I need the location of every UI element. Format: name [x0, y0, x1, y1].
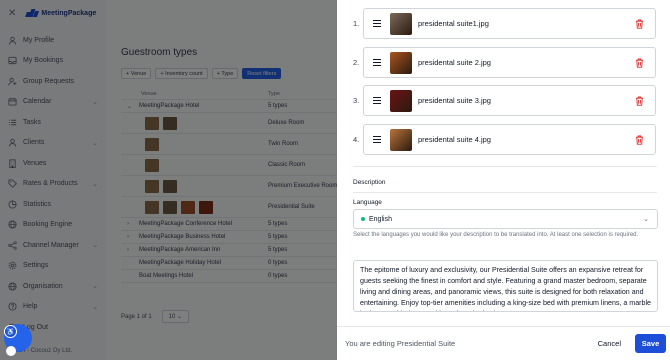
divider — [353, 192, 657, 193]
save-button[interactable]: Save — [635, 334, 666, 353]
image-thumbnail — [390, 12, 412, 35]
drag-handle-icon[interactable] — [373, 20, 381, 27]
chevron-down-icon: ⌄ — [643, 216, 649, 223]
divider — [353, 166, 657, 167]
image-card[interactable]: presidental suite1.jpg — [363, 8, 656, 39]
image-row: 4. presidental suite 4.jpg — [353, 124, 656, 155]
drawer-footer: You are editing Presidential Suite Cance… — [337, 326, 670, 360]
trash-icon[interactable] — [635, 135, 644, 145]
language-helper-text: Select the languages you would like your… — [353, 232, 639, 238]
image-thumbnail — [390, 89, 412, 112]
image-filename: presidental suite1.jpg — [418, 19, 489, 28]
editing-status: You are editing Presidential Suite — [345, 339, 456, 348]
toggle-indicator — [6, 346, 16, 356]
image-thumbnail — [390, 51, 412, 74]
drag-handle-icon[interactable] — [373, 136, 381, 143]
image-row: 1. presidental suite1.jpg — [353, 8, 656, 39]
image-card[interactable]: presidental suite 2.jpg — [363, 47, 656, 78]
trash-icon[interactable] — [635, 96, 644, 106]
image-card[interactable]: presidental suite 3.jpg — [363, 85, 656, 116]
language-label: Language — [353, 199, 382, 206]
edit-drawer: 1. presidental suite1.jpg 2. presidental su… — [337, 0, 670, 360]
language-value: English — [369, 215, 392, 223]
drag-handle-icon[interactable] — [373, 59, 381, 66]
accessibility-icon[interactable]: ♿ — [4, 325, 17, 338]
trash-icon[interactable] — [635, 19, 644, 29]
image-row: 3. presidental suite 3.jpg — [353, 85, 656, 116]
description-textarea[interactable]: The epitome of luxury and exclusivity, o… — [353, 260, 658, 312]
language-select[interactable]: English ⌄ — [353, 209, 658, 229]
image-thumbnail — [390, 128, 412, 151]
status-dot — [361, 217, 365, 221]
image-filename: presidental suite 3.jpg — [418, 96, 491, 105]
image-card[interactable]: presidental suite 4.jpg — [363, 124, 656, 155]
modal-backdrop[interactable] — [0, 0, 337, 360]
image-row: 2. presidental suite 2.jpg — [353, 47, 656, 78]
image-filename: presidental suite 2.jpg — [418, 58, 491, 67]
image-filename: presidental suite 4.jpg — [418, 135, 491, 144]
cancel-button[interactable]: Cancel — [598, 339, 621, 348]
drag-handle-icon[interactable] — [373, 97, 381, 104]
trash-icon[interactable] — [635, 58, 644, 68]
description-heading: Description — [353, 179, 386, 186]
